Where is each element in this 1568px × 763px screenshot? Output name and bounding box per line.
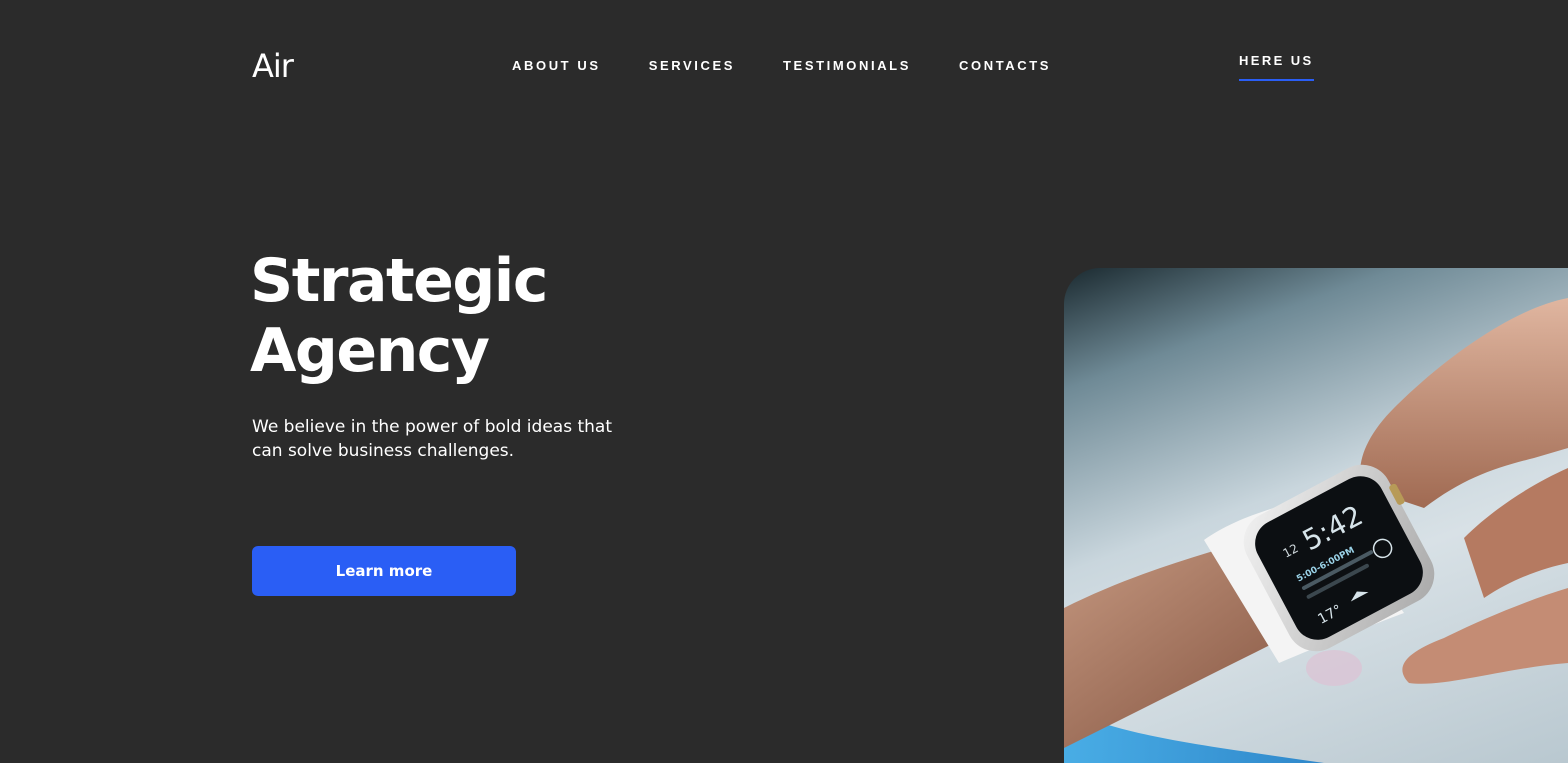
index-finger-shape — [1360, 298, 1568, 508]
here-us-link[interactable]: HERE US — [1239, 53, 1314, 81]
nav-item-contacts[interactable]: CONTACTS — [959, 58, 1051, 74]
smartwatch-photo: 12 5:42 5:00-6:00PM 17° — [1064, 298, 1568, 763]
hero-image: 12 5:42 5:00-6:00PM 17° — [1064, 268, 1568, 763]
nav-item-services[interactable]: SERVICES — [649, 58, 735, 74]
palm-shape — [1464, 468, 1568, 598]
brand-logo[interactable]: Air — [252, 46, 294, 86]
hero-title: Strategic Agency — [250, 246, 670, 386]
main-nav: ABOUT US SERVICES TESTIMONIALS CONTACTS — [512, 58, 1051, 74]
nav-item-about-us[interactable]: ABOUT US — [512, 58, 601, 74]
hero-title-line-2: Agency — [250, 316, 490, 386]
hero-title-line-1: Strategic — [250, 246, 548, 316]
nav-item-testimonials[interactable]: TESTIMONIALS — [783, 58, 911, 74]
learn-more-button[interactable]: Learn more — [252, 546, 516, 596]
thumbnail-shape — [1306, 650, 1362, 686]
thumb-shape — [1402, 588, 1568, 684]
hero-subtitle: We believe in the power of bold ideas th… — [252, 417, 612, 461]
